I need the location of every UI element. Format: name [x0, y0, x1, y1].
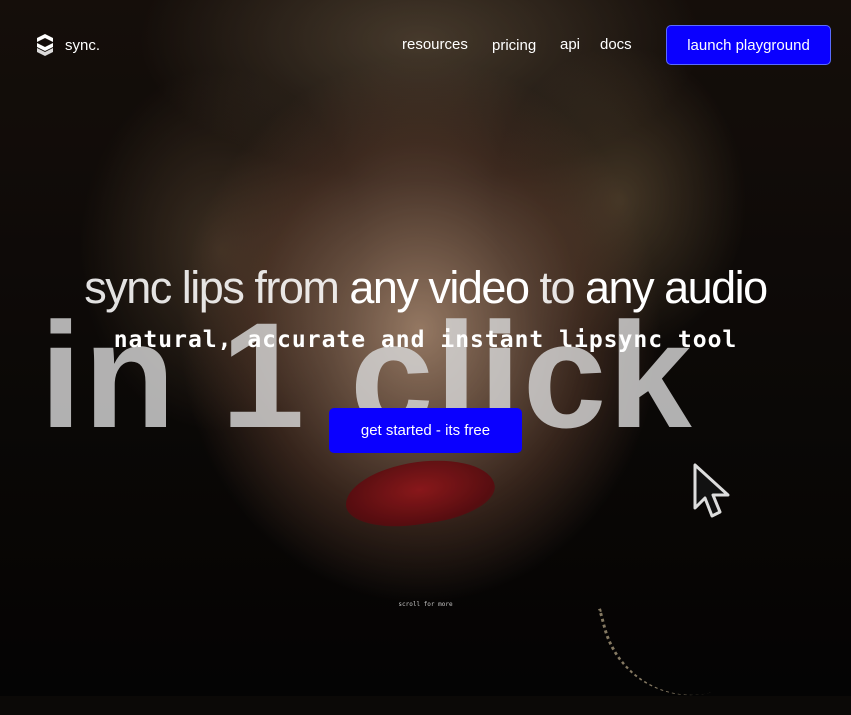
hero-headline: sync lips from any video to any audio: [0, 262, 851, 314]
brand-logo[interactable]: sync.: [35, 33, 100, 57]
sync-logo-icon: [37, 34, 53, 56]
scroll-hint: scroll for more: [398, 601, 453, 608]
nav-link-api[interactable]: api: [560, 36, 580, 53]
launch-playground-button[interactable]: launch playground: [666, 25, 831, 65]
get-started-button[interactable]: get started - its free: [329, 408, 522, 453]
nav-link-resources[interactable]: resources: [402, 36, 468, 53]
hero-subheadline: natural, accurate and instant lipsync to…: [113, 327, 738, 353]
top-navigation: sync. resources pricing api docs launch …: [0, 0, 851, 90]
nav-link-pricing[interactable]: pricing: [492, 37, 536, 54]
nav-link-docs[interactable]: docs: [600, 36, 632, 53]
mouse-pointer-icon: [693, 463, 730, 518]
brand-name: sync.: [65, 36, 101, 54]
headline-part-4: any audio: [585, 262, 768, 313]
headline-part-3: to: [528, 262, 586, 313]
headline-part-2: any video: [349, 262, 530, 313]
headline-part-1: sync lips from: [84, 262, 350, 313]
